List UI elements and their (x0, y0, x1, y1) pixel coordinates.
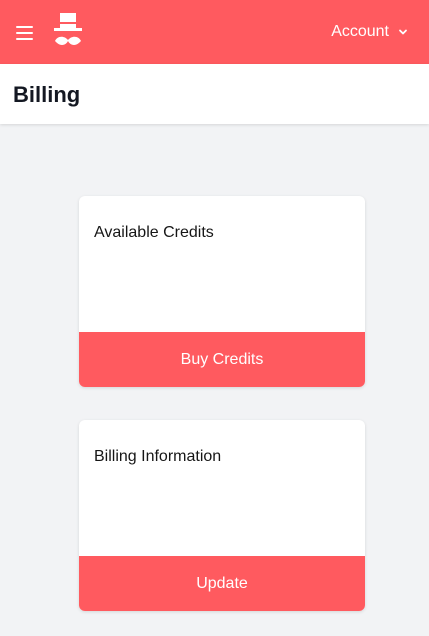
account-menu-button[interactable]: Account (331, 20, 409, 44)
top-navbar: Account (0, 0, 429, 64)
account-label: Account (331, 23, 389, 40)
chevron-down-icon (399, 29, 407, 35)
billing-information-card: Billing Information Update (79, 420, 365, 611)
page-header: Billing (0, 64, 429, 124)
update-billing-button[interactable]: Update (79, 556, 365, 611)
brand-logo-icon[interactable] (52, 10, 84, 54)
card-title: Available Credits (94, 224, 214, 241)
buy-credits-button[interactable]: Buy Credits (79, 332, 365, 387)
page-title: Billing (13, 82, 81, 107)
card-title: Billing Information (94, 448, 222, 465)
hamburger-menu-icon[interactable] (14, 22, 36, 42)
available-credits-card: Available Credits Buy Credits (79, 196, 365, 387)
